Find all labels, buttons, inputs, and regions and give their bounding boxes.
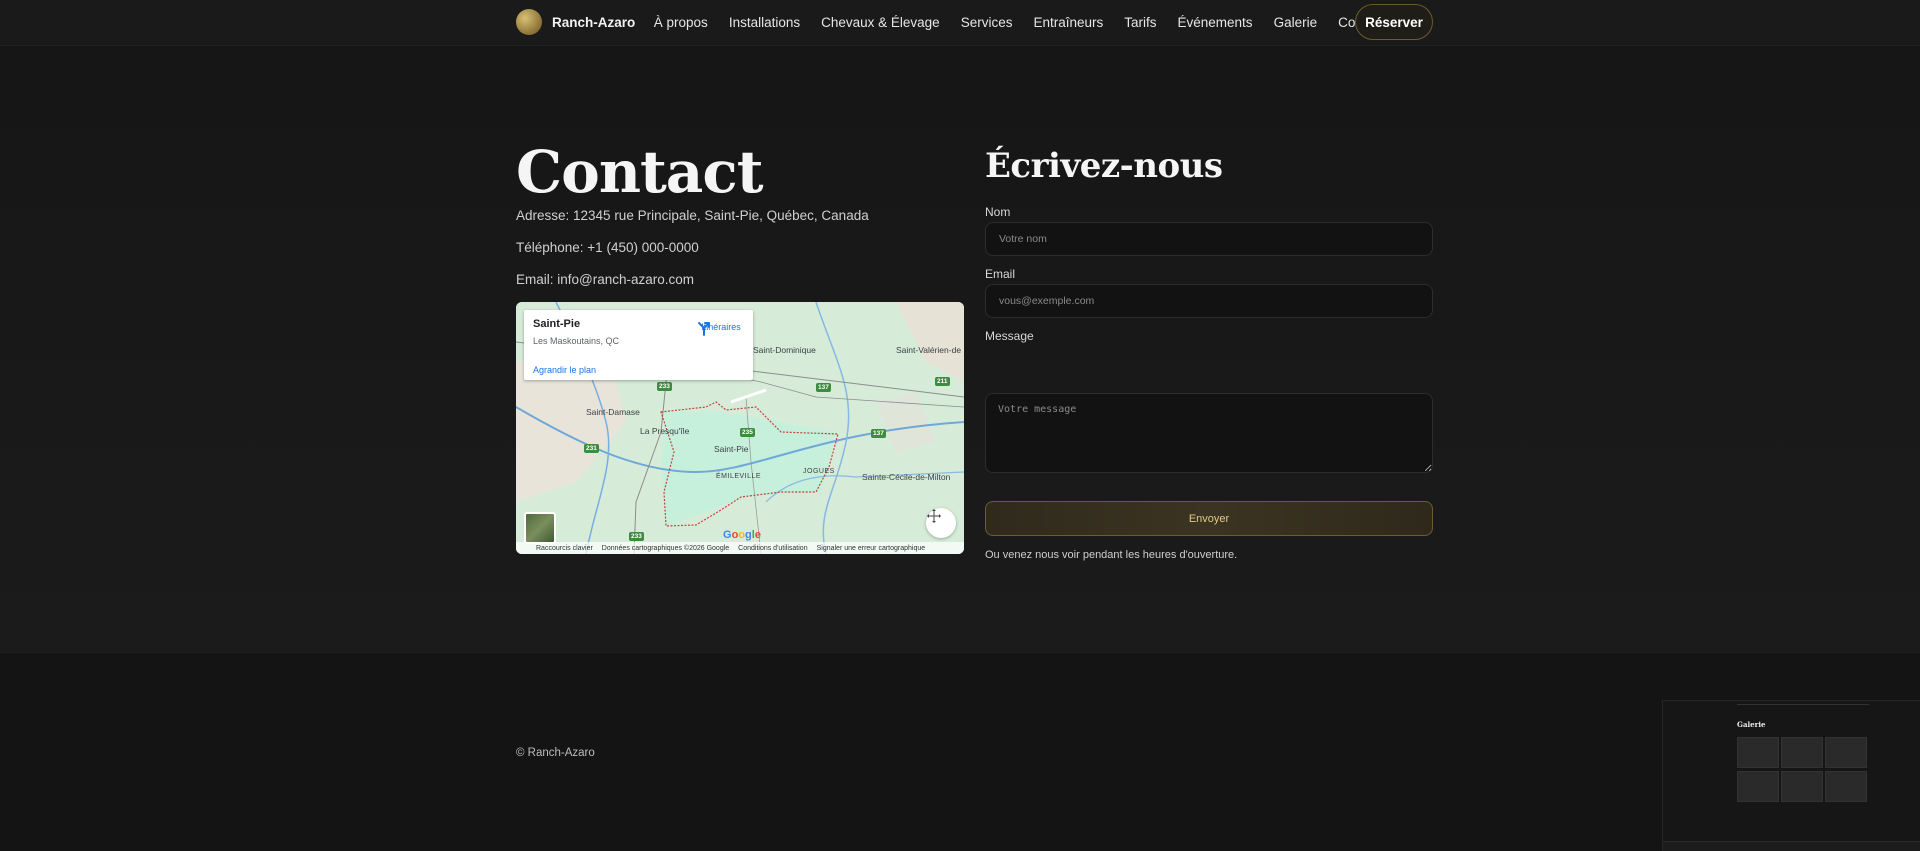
map-data-text: Données cartographiques ©2026 Google [601, 544, 730, 552]
page-preview-thumbnail[interactable]: Galerie [1662, 700, 1920, 851]
logo-icon[interactable] [516, 9, 542, 35]
preview-nav [1737, 701, 1869, 705]
preview-tile [1781, 771, 1823, 802]
route-shield: 235 [740, 428, 755, 437]
map-label: Saint-Damase [586, 407, 640, 417]
nav-link-galerie[interactable]: Galerie [1274, 15, 1318, 30]
route-shield: 233 [657, 382, 672, 391]
directions-button[interactable]: Itinéraires [696, 320, 746, 336]
nav-link-a-propos[interactable]: À propos [654, 15, 708, 30]
opening-hours-note: Ou venez nous voir pendant les heures d'… [985, 549, 1238, 561]
directions-icon [698, 322, 710, 336]
google-logo: Google [723, 529, 761, 541]
nav-link-services[interactable]: Services [961, 15, 1013, 30]
nav-link-tarifs[interactable]: Tarifs [1124, 15, 1156, 30]
copyright-text: © Ranch-Azaro [516, 747, 595, 759]
email-text: Email: info@ranch-azaro.com [516, 272, 695, 287]
map-label: Saint-Pie [714, 444, 749, 454]
enlarge-map-link[interactable]: Agrandir le plan [533, 365, 596, 375]
terms-link[interactable]: Conditions d'utilisation [738, 545, 807, 552]
map-place-title: Saint-Pie [533, 318, 581, 330]
footer: © Ranch-Azaro [0, 652, 1920, 851]
route-shield: 231 [584, 444, 599, 453]
map-label: ÉMILEVILLE [716, 473, 762, 480]
preview-tile [1781, 737, 1823, 768]
message-textarea[interactable] [985, 393, 1433, 473]
map-label: La Presqu'île [640, 426, 690, 436]
map-place-card: Saint-Pie Les Maskoutains, QC Agrandir l… [524, 310, 753, 380]
map-label: Saint-Dominique [753, 345, 816, 355]
fullscreen-button[interactable] [926, 508, 956, 538]
reserve-button[interactable]: Réserver [1355, 4, 1433, 40]
preview-tile [1737, 771, 1779, 802]
map-attribution: Raccourcis clavier Données cartographiqu… [516, 542, 964, 554]
top-nav: Ranch-Azaro À propos Installations Cheva… [0, 0, 1920, 46]
fullscreen-icon [927, 509, 941, 523]
form-title: Écrivez-nous [985, 146, 1223, 186]
route-shield: 211 [935, 377, 950, 386]
preview-title: Galerie [1737, 720, 1766, 729]
contact-title: Contact [516, 138, 763, 206]
map-label: JOGUES [803, 468, 835, 475]
map-label: Saint-Valérien-de [896, 345, 962, 355]
nav-link-installations[interactable]: Installations [729, 15, 800, 30]
keyboard-shortcuts-link[interactable]: Raccourcis clavier [536, 545, 593, 552]
preview-tile [1825, 771, 1867, 802]
report-error-link[interactable]: Signaler une erreur cartographique [817, 545, 926, 552]
nav-link-evenements[interactable]: Événements [1178, 15, 1253, 30]
contact-section: Contact Adresse: 12345 rue Principale, S… [0, 46, 1920, 652]
name-input[interactable] [985, 222, 1433, 256]
route-shield: 137 [816, 383, 831, 392]
preview-tile [1737, 737, 1779, 768]
route-shield: 137 [871, 429, 886, 438]
satellite-toggle-button[interactable] [524, 512, 556, 544]
map-place-region: Les Maskoutains, QC [533, 336, 620, 346]
nav-link-chevaux-elevage[interactable]: Chevaux & Élevage [821, 15, 940, 30]
google-map[interactable]: Saint-Dominique Saint-Valérien-de Saint-… [516, 302, 964, 554]
preview-tile [1825, 737, 1867, 768]
map-label: Sainte-Cécile-de-Milton [862, 472, 951, 482]
address-text: Adresse: 12345 rue Principale, Saint-Pie… [516, 208, 869, 223]
preview-bar [1663, 841, 1920, 851]
brand-name[interactable]: Ranch-Azaro [552, 15, 635, 30]
name-label: Nom [985, 205, 1011, 219]
nav-inner: Ranch-Azaro À propos Installations Cheva… [516, 0, 1395, 44]
message-label: Message [985, 329, 1034, 343]
nav-link-entraineurs[interactable]: Entraîneurs [1033, 15, 1103, 30]
phone-text: Téléphone: +1 (450) 000-0000 [516, 240, 699, 255]
email-input[interactable] [985, 284, 1433, 318]
send-button[interactable]: Envoyer [985, 501, 1433, 536]
email-label: Email [985, 267, 1016, 281]
route-shield: 233 [629, 532, 644, 541]
